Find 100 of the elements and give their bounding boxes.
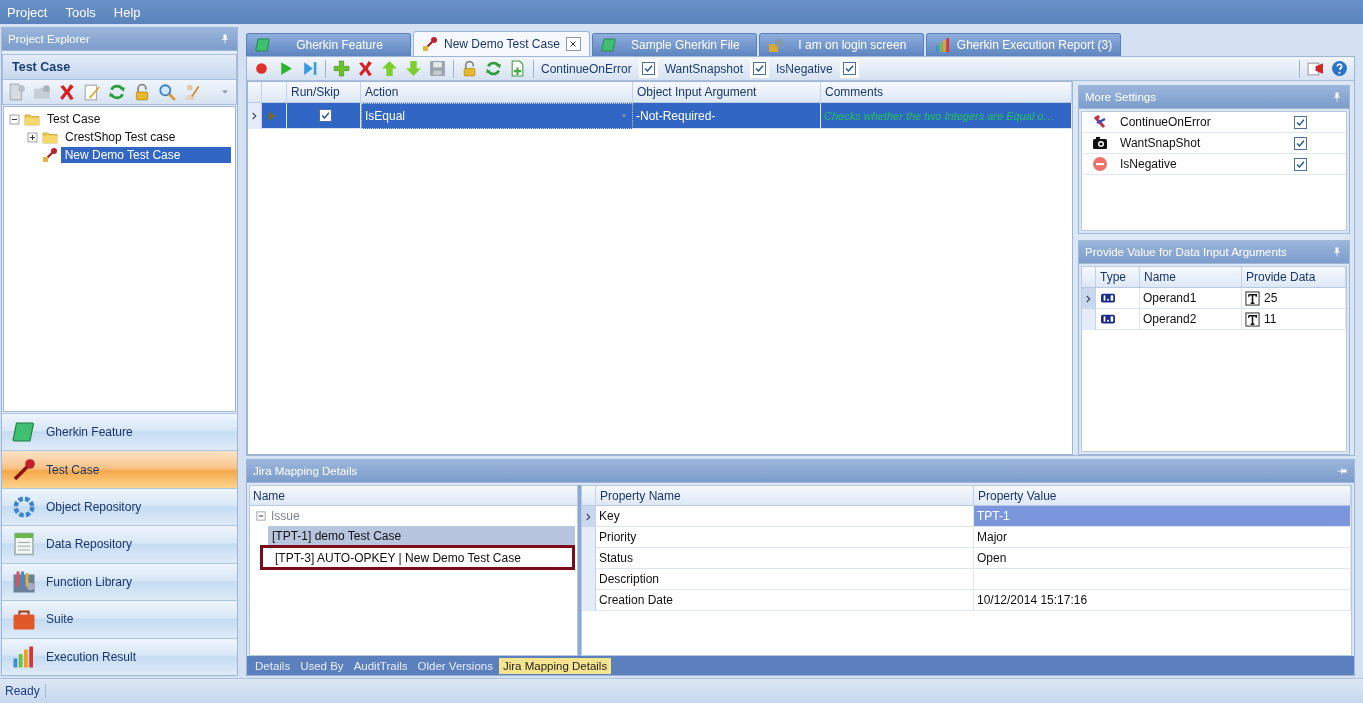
issue-item[interactable]: [TPT-3] AUTO-OPKEY | New Demo Test Case xyxy=(271,548,572,567)
move-down-icon[interactable] xyxy=(405,60,422,77)
panel-tab[interactable]: Used By xyxy=(296,657,348,674)
option-label: IsNegative xyxy=(776,61,833,76)
new-file-icon[interactable] xyxy=(8,83,26,101)
column-header[interactable]: Action xyxy=(361,82,633,102)
step-icon[interactable] xyxy=(301,60,318,77)
column-header[interactable]: Run/Skip xyxy=(287,82,361,102)
panel-tab[interactable]: Jira Mapping Details xyxy=(498,657,612,674)
table-cell: Status xyxy=(596,548,974,569)
column-header[interactable]: Property Name xyxy=(596,486,974,505)
table-cell: Description xyxy=(596,569,974,590)
table-cell: Creation Date xyxy=(596,590,974,611)
refresh-icon[interactable] xyxy=(485,60,502,77)
expand-icon[interactable] xyxy=(26,130,39,144)
text-type-icon xyxy=(1245,290,1260,306)
user-edit-icon[interactable] xyxy=(183,83,201,101)
checkbox[interactable] xyxy=(1294,157,1307,171)
column-header[interactable]: Object Input Argument xyxy=(633,82,821,102)
column-header[interactable]: Name xyxy=(250,486,577,506)
panel-title: More Settings xyxy=(1085,91,1156,103)
table-cell: IsEqual xyxy=(365,109,406,123)
nav-button[interactable]: Object Repository xyxy=(2,487,237,526)
column-header[interactable]: Comments xyxy=(821,82,1072,102)
checkbox[interactable] xyxy=(753,62,766,75)
checkbox[interactable] xyxy=(1294,136,1307,150)
option-label: ContinueOnError xyxy=(541,61,632,76)
key-icon xyxy=(41,147,58,163)
table-cell: Priority xyxy=(596,527,974,548)
edit-icon[interactable] xyxy=(83,83,101,101)
row-header[interactable] xyxy=(1082,288,1096,309)
document-tab[interactable]: New Demo Test Case xyxy=(413,31,590,56)
nav-label: Execution Result xyxy=(46,649,137,664)
table-cell: Major xyxy=(974,527,1351,548)
text-type-icon xyxy=(1245,311,1260,327)
delete-icon[interactable] xyxy=(357,60,374,77)
search-icon[interactable] xyxy=(158,83,176,101)
save-icon[interactable] xyxy=(429,60,446,77)
tree-item[interactable]: CrestShop Test case xyxy=(61,129,180,145)
menu-item[interactable]: Project xyxy=(7,4,48,20)
panel-title: Jira Mapping Details xyxy=(253,465,358,477)
record-icon[interactable] xyxy=(253,60,270,77)
refresh-icon[interactable] xyxy=(108,83,126,101)
collapse-icon[interactable] xyxy=(8,112,21,126)
column-header[interactable]: Name xyxy=(1140,267,1242,287)
nav-label: Object Repository xyxy=(46,500,142,515)
briefcase-icon xyxy=(12,607,36,632)
delete-icon[interactable] xyxy=(58,83,76,101)
nav-button[interactable]: Test Case xyxy=(2,450,237,488)
table-cell[interactable]: 25 xyxy=(1264,291,1278,305)
nav-label: Suite xyxy=(46,612,74,627)
table-cell: -Not-Required- xyxy=(636,108,716,123)
books-icon xyxy=(12,569,36,594)
number-type-icon xyxy=(1099,291,1117,305)
option-label: WantSnapshot xyxy=(664,61,743,76)
panel-tab[interactable]: Older Versions xyxy=(413,657,497,674)
table-row[interactable]: IsEqual -Not-Required- Checks whether the two Integers are Equal o… xyxy=(248,103,1072,129)
row-header[interactable] xyxy=(582,506,596,527)
bar-chart-icon xyxy=(934,37,951,53)
nav-button[interactable]: Execution Result xyxy=(2,637,237,675)
table-cell: Operand1 xyxy=(1140,288,1242,309)
tree-item[interactable]: New Demo Test Case xyxy=(60,147,231,163)
camera-icon xyxy=(1092,135,1108,151)
column-header[interactable]: Property Value xyxy=(974,486,1351,505)
panel-tab[interactable]: AuditTrails xyxy=(349,657,412,674)
nav-button[interactable]: Function Library xyxy=(2,562,237,601)
group-label: Issue xyxy=(271,509,300,523)
menu-item[interactable]: Tools xyxy=(65,4,96,20)
section-title: Test Case xyxy=(12,60,71,74)
column-header[interactable]: Type xyxy=(1096,267,1140,287)
table-cell[interactable]: 11 xyxy=(1264,312,1277,326)
new-page-icon[interactable] xyxy=(509,60,526,77)
move-up-icon[interactable] xyxy=(381,60,398,77)
video-icon[interactable] xyxy=(1307,60,1324,77)
nav-button[interactable]: Suite xyxy=(2,600,237,638)
table-cell: Checks whether the two Integers are Equal o… xyxy=(824,109,1055,122)
table-cell: Key xyxy=(596,506,974,527)
nav-label: Function Library xyxy=(46,574,133,589)
folder-icon xyxy=(42,129,58,145)
checkbox[interactable] xyxy=(842,62,856,75)
checkbox[interactable] xyxy=(1294,115,1307,129)
table-cell: Operand2 xyxy=(1140,309,1242,330)
gear-icon xyxy=(12,495,36,520)
nav-button[interactable]: Data Repository xyxy=(2,525,237,563)
tab-label: Sample Gherkin File xyxy=(629,38,741,52)
tree-item[interactable]: Test Case xyxy=(43,111,105,127)
column-header[interactable]: Provide Data xyxy=(1242,267,1346,287)
nav-button[interactable]: Gherkin Feature xyxy=(2,413,237,451)
help-icon[interactable] xyxy=(1331,60,1348,77)
table-cell: Open xyxy=(974,548,1351,569)
menu-item[interactable]: Help xyxy=(113,4,141,20)
checkbox[interactable] xyxy=(641,62,655,75)
issue-item[interactable]: [TPT-1] demo Test Case xyxy=(268,526,575,545)
new-folder-icon[interactable] xyxy=(33,83,51,101)
setting-label: ContinueOnError xyxy=(1120,115,1212,129)
add-icon[interactable] xyxy=(333,60,350,77)
checkbox[interactable] xyxy=(318,109,332,122)
nav-label: Gherkin Feature xyxy=(46,425,133,440)
nav-label: Data Repository xyxy=(46,537,133,552)
bar-chart-icon xyxy=(12,644,36,669)
